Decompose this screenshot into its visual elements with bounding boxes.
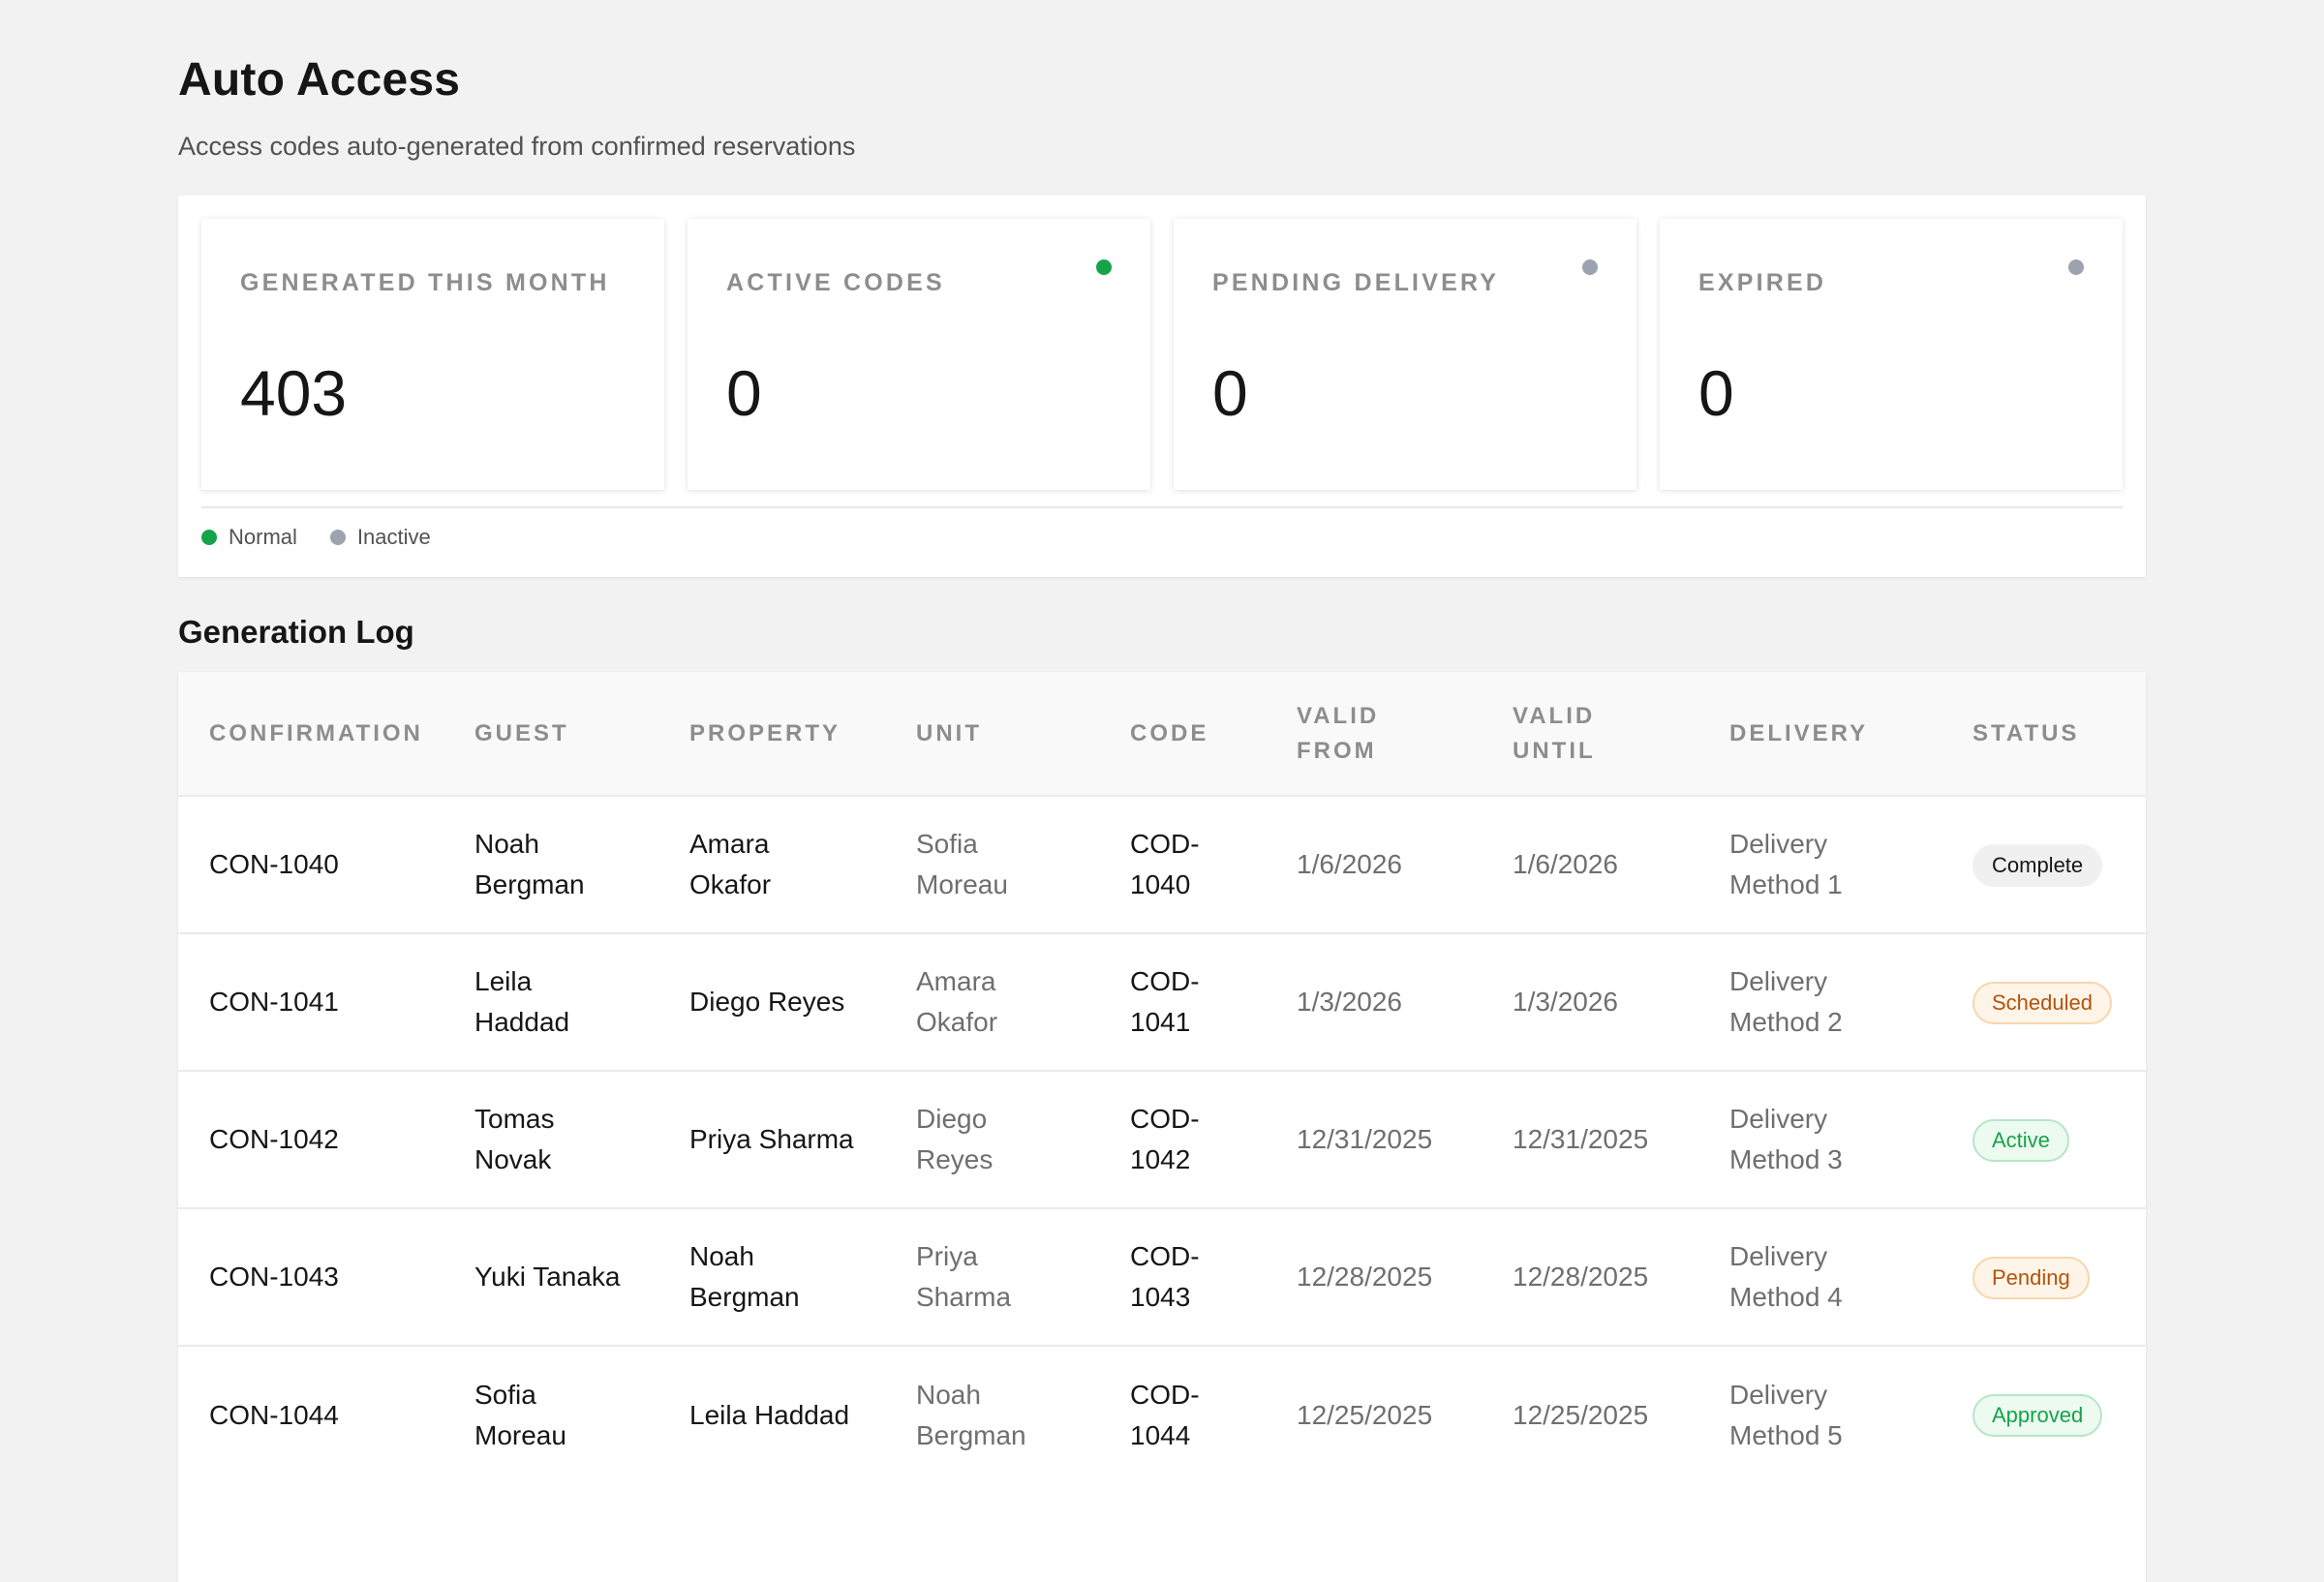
generation-log-table: CONFIRMATION GUEST PROPERTY UNIT CODE VA… [178,672,2146,1582]
cell-status: Pending [1942,1208,2146,1346]
column-header-status: STATUS [1972,719,2080,746]
cell-unit: Noah Bergman [916,1379,1026,1450]
cell-valid-from: 1/3/2026 [1297,987,1402,1017]
stat-value: 403 [240,357,348,429]
page-subtitle: Access codes auto-generated from confirm… [178,132,856,161]
stats-panel: GENERATED THIS MONTH 403 ACTIVE CODES 0 … [178,196,2146,577]
cell-unit: Diego Reyes [916,1104,994,1174]
column-header-delivery: DELIVERY [1729,719,1869,746]
cell-unit: Sofia Moreau [916,829,1008,899]
cell-valid-until: 12/25/2025 [1513,1399,1649,1430]
column-header-property: PROPERTY [689,719,841,746]
cell-valid-from: 12/28/2025 [1297,1262,1433,1292]
cell-delivery: Delivery Method 1 [1729,829,1843,899]
column-header-unit: UNIT [916,719,982,746]
legend-dot-normal [201,530,217,545]
stat-label: EXPIRED [1698,269,1827,296]
cell-confirmation: CON-1040 [209,849,339,879]
table-row[interactable]: CON-1043 Yuki Tanaka Noah Bergman Priya … [178,1208,2146,1346]
cell-confirmation: CON-1041 [209,987,339,1017]
status-dot-normal [1096,259,1112,275]
status-badge: Complete [1972,843,2103,887]
stat-card-generated-this-month: GENERATED THIS MONTH 403 [201,219,664,490]
cell-property: Priya Sharma [689,1124,854,1154]
cell-status: Scheduled [1942,933,2146,1071]
cell-valid-from: 12/25/2025 [1297,1399,1433,1430]
cell-code: COD-1044 [1130,1379,1200,1450]
page-title: Auto Access [178,54,461,106]
column-header-code: CODE [1130,719,1209,746]
cell-delivery: Delivery Method 5 [1729,1379,1843,1450]
table-header-row: CONFIRMATION GUEST PROPERTY UNIT CODE VA… [178,672,2146,796]
cell-property: Amara Okafor [689,829,772,899]
cell-valid-until: 1/6/2026 [1513,849,1618,879]
cell-valid-until: 1/3/2026 [1513,987,1618,1017]
cell-property: Noah Bergman [689,1241,800,1312]
column-header-valid-until: VALID UNTIL [1513,702,1596,764]
section-title-generation-log: Generation Log [178,614,414,650]
cell-confirmation: CON-1043 [209,1262,339,1292]
cell-unit: Priya Sharma [916,1241,1012,1312]
status-legend: Normal Inactive [201,525,464,550]
cell-delivery: Delivery Method 3 [1729,1104,1843,1174]
cell-code: COD-1042 [1130,1104,1200,1174]
cell-delivery: Delivery Method 4 [1729,1241,1843,1312]
cell-property: Leila Haddad [689,1399,850,1430]
cell-valid-until: 12/28/2025 [1513,1262,1649,1292]
stat-card-active-codes: ACTIVE CODES 0 [688,219,1150,490]
stat-value: 0 [726,357,762,429]
stat-label: PENDING DELIVERY [1212,269,1500,296]
legend-divider [201,506,2123,508]
cell-valid-from: 12/31/2025 [1297,1124,1433,1154]
legend-dot-inactive [329,530,346,545]
status-badge: Approved [1972,1394,2103,1437]
cell-property: Diego Reyes [689,987,845,1017]
cell-guest: Tomas Novak [474,1104,555,1174]
cell-guest: Noah Bergman [474,829,585,899]
cell-code: COD-1041 [1130,966,1200,1037]
status-badge: Active [1972,1118,2069,1162]
cell-valid-until: 12/31/2025 [1513,1124,1649,1154]
stat-value: 0 [1698,357,1734,429]
stat-card-pending-delivery: PENDING DELIVERY 0 [1174,219,1636,490]
table-row[interactable]: CON-1040 Noah Bergman Amara Okafor Sofia… [178,796,2146,933]
cell-code: COD-1043 [1130,1241,1200,1312]
stat-label: ACTIVE CODES [726,269,945,296]
cell-guest: Leila Haddad [474,966,570,1037]
status-dot-inactive [2068,259,2084,275]
cell-confirmation: CON-1044 [209,1399,339,1430]
cell-confirmation: CON-1042 [209,1124,339,1154]
cell-unit: Amara Okafor [916,966,998,1037]
table-row[interactable]: CON-1044 Sofia Moreau Leila Haddad Noah … [178,1346,2146,1483]
cell-valid-from: 1/6/2026 [1297,849,1402,879]
cell-delivery: Delivery Method 2 [1729,966,1843,1037]
stat-card-expired: EXPIRED 0 [1660,219,2123,490]
cell-code: COD-1040 [1130,829,1200,899]
legend-label-inactive: Inactive [356,525,431,549]
legend-item-normal: Normal [201,525,297,550]
status-badge: Pending [1972,1256,2090,1299]
cell-guest: Yuki Tanaka [474,1262,621,1292]
cell-status: Approved [1942,1346,2146,1483]
legend-label-normal: Normal [229,525,297,549]
stat-value: 0 [1212,357,1248,429]
cell-guest: Sofia Moreau [474,1379,566,1450]
column-header-valid-from: VALID FROM [1297,702,1380,764]
status-badge: Scheduled [1972,981,2112,1024]
table-row[interactable]: CON-1042 Tomas Novak Priya Sharma Diego … [178,1071,2146,1208]
stat-label: GENERATED THIS MONTH [240,269,610,296]
table-row[interactable]: CON-1041 Leila Haddad Diego Reyes Amara … [178,933,2146,1071]
cell-status: Active [1942,1071,2146,1208]
column-header-confirmation: CONFIRMATION [209,719,423,746]
cell-status: Complete [1942,796,2146,933]
page: Auto Access Access codes auto-generated … [178,46,2146,1582]
legend-item-inactive: Inactive [329,525,431,550]
status-dot-inactive [1582,259,1598,275]
column-header-guest: GUEST [474,719,569,746]
